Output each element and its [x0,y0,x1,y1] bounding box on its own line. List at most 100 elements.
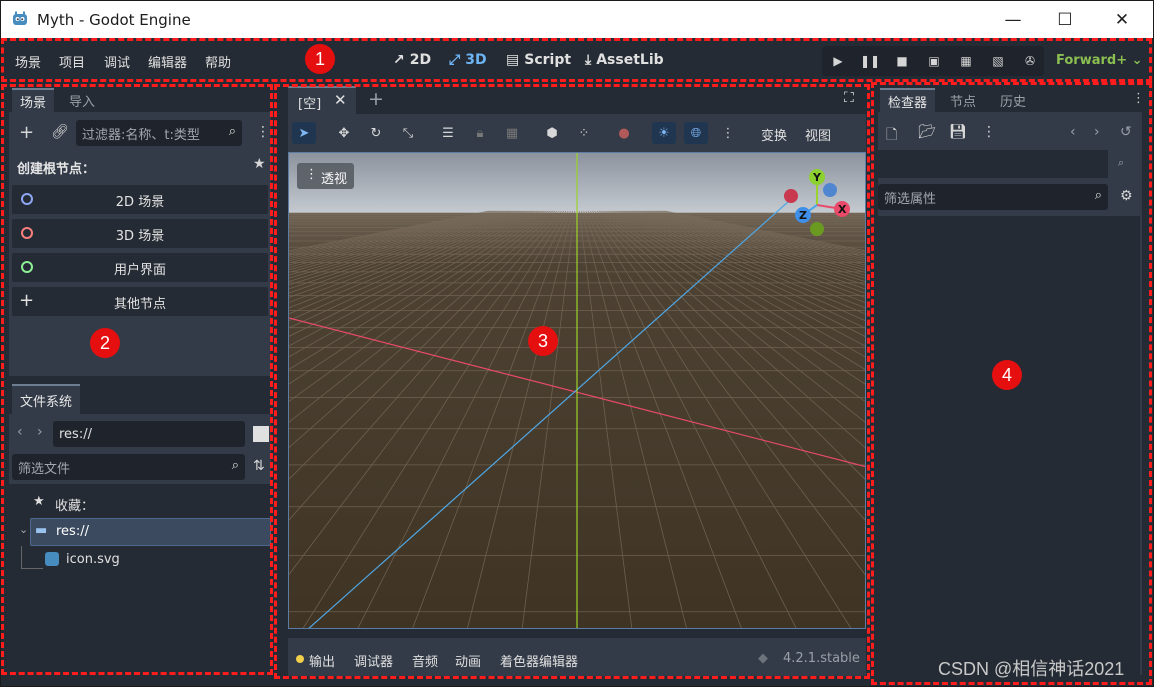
tab-shader-editor[interactable]: 着色器编辑器 [500,651,578,670]
new-resource-icon[interactable]: 🗋 [886,124,897,148]
folder-icon: ▬ [35,523,48,538]
distraction-free-icon[interactable]: ⛶ [844,90,854,106]
godot-file-icon [45,552,59,566]
create-root-label: 创建根节点： [17,162,96,177]
script-icon: ▤ [506,52,520,68]
more-options-icon[interactable]: ⋮ [256,124,270,140]
environment-toggle-icon[interactable]: 🌐︎ [684,122,708,144]
godot-logo-icon [13,11,27,25]
forward-icon[interactable]: › [37,424,43,440]
other-node-button[interactable]: + 其他节点 [12,287,268,316]
select-tool-icon[interactable]: ➤ [292,122,316,144]
play-custom-scene-icon[interactable]: ▧ [982,46,1014,76]
perspective-menu-button[interactable]: ⋮ 透视 [297,163,354,189]
create-2d-scene-button[interactable]: 2D 场景 [12,185,268,214]
more-options-icon[interactable]: ⋮ [716,122,740,144]
history-back-icon[interactable]: ‹ [1070,124,1076,140]
menu-editor[interactable]: 编辑器 [148,52,187,71]
annotation-badge-4: 4 [992,360,1022,390]
link-icon[interactable]: 🔗︎ [51,124,69,140]
local-space-icon[interactable]: ⬢ [540,122,564,144]
minimize-button[interactable]: — [988,1,1038,39]
3d-viewport[interactable]: Y X Z ⋮ 透视 [288,152,866,629]
open-folder-icon[interactable]: 📂︎ [918,124,936,140]
tab-scene[interactable]: 场景 [12,88,55,112]
assetlib-icon: ⤓ [585,52,592,68]
history-forward-icon[interactable]: › [1094,124,1100,140]
menu-view[interactable]: 视图 [805,125,831,144]
maximize-button[interactable]: ☐ [1040,1,1090,39]
tab-output[interactable]: 输出 [309,651,335,670]
split-mode-icon[interactable] [253,426,269,442]
object-selector[interactable] [878,150,1108,178]
workspace-3d-button[interactable]: ⤢ 3D [449,52,487,68]
tab-inspector[interactable]: 检查器 [880,88,936,112]
docs-icon[interactable]: ⌕ [1118,156,1124,170]
tab-audio[interactable]: 音频 [412,651,438,670]
tab-debugger[interactable]: 调试器 [354,651,393,670]
list-select-icon[interactable]: ☰ [436,122,460,144]
play-scene-icon[interactable]: ▦ [950,46,982,76]
annotation-badge-1: 1 [305,44,335,74]
update-spinner-icon[interactable]: ◆ [758,651,768,666]
stop-icon[interactable]: ■ [886,46,918,76]
tab-import[interactable]: 导入 [61,88,103,112]
tree-item-icon-svg[interactable]: icon.svg [45,550,245,574]
move-tool-icon[interactable]: ✥ [332,122,356,144]
rotate-tool-icon[interactable]: ↻ [364,122,388,144]
workspace-2d-button[interactable]: ↗ 2D [393,52,431,68]
pause-icon[interactable]: ❚❚ [854,46,886,76]
create-ui-button[interactable]: 用户界面 [12,253,268,282]
window-title: Myth - Godot Engine [37,11,191,29]
add-node-icon[interactable]: + [19,122,34,143]
favorites-star-icon: ★ [33,494,45,509]
create-3d-scene-button[interactable]: 3D 场景 [12,219,268,248]
path-input[interactable]: res:// [53,421,245,447]
file-tree: ★ 收藏： ⌄ ▬ res:// icon.svg [9,484,271,675]
close-tab-icon[interactable]: ✕ [334,91,347,109]
group-icon[interactable]: ▦ [500,122,524,144]
menu-debug[interactable]: 调试 [104,52,130,71]
property-filter-input[interactable]: 筛选属性 ⌕ [878,184,1108,210]
scene-tab-empty[interactable]: [空] ✕ [288,86,356,114]
remote-debug-icon[interactable]: ▣ [918,46,950,76]
add-scene-tab-icon[interactable]: + [368,88,384,110]
workspace-script-button[interactable]: ▤ Script [506,52,571,68]
more-options-icon[interactable]: ⋮ [1132,91,1145,106]
tab-filesystem[interactable]: 文件系统 [12,384,81,414]
save-icon[interactable]: 💾︎ [949,124,967,140]
menu-help[interactable]: 帮助 [205,52,231,71]
version-label: 4.2.1.stable [783,651,860,666]
gizmo-z-label: Z [799,209,807,222]
tab-node[interactable]: 节点 [942,88,984,112]
movie-maker-icon[interactable]: ✇ [1014,46,1046,76]
tab-history[interactable]: 历史 [992,88,1034,112]
sun-toggle-icon[interactable]: ☀ [652,122,676,144]
file-filter-input[interactable]: 筛选文件 ⌕ [12,454,245,480]
menu-project[interactable]: 项目 [59,52,85,71]
watermark: CSDN @相信神话2021 [938,659,1125,679]
renderer-selector[interactable]: Forward+ ⌄ [1056,53,1143,68]
back-icon[interactable]: ‹ [17,424,23,440]
workspace-assetlib-button[interactable]: ⤓ AssetLib [585,52,664,68]
tab-animation[interactable]: 动画 [455,651,481,670]
menu-scene[interactable]: 场景 [15,52,41,71]
menu-transform[interactable]: 变换 [761,125,787,144]
lock-icon[interactable]: 🔒︎ [468,122,492,144]
play-icon[interactable]: ▶ [822,46,854,76]
close-window-button[interactable]: ✕ [1097,1,1147,39]
tree-line [21,568,43,569]
scale-tool-icon[interactable]: ⤡ [396,122,420,144]
object-history-icon[interactable]: ↺ [1120,124,1132,140]
camera-preview-icon[interactable]: ● [612,122,636,144]
sort-icon[interactable]: ⇅ [253,458,265,474]
inspector-properties-area [878,216,1140,675]
tools-icon[interactable]: ⚙ [1120,188,1133,204]
scene-dock: 场景 导入 + 🔗︎ 过滤器:名称、t:类型 ⌕ ⋮ 创建根节点： ★ 2D 场… [9,88,271,376]
scene-filter-input[interactable]: 过滤器:名称、t:类型 ⌕ [76,120,242,146]
search-icon: ⌕ [231,458,239,473]
favorite-star-icon[interactable]: ★ [253,156,266,172]
snap-icon[interactable]: ⁘ [572,122,596,144]
tree-item-res-root[interactable]: ⌄ ▬ res:// [19,518,271,546]
more-options-icon[interactable]: ⋮ [982,124,996,140]
